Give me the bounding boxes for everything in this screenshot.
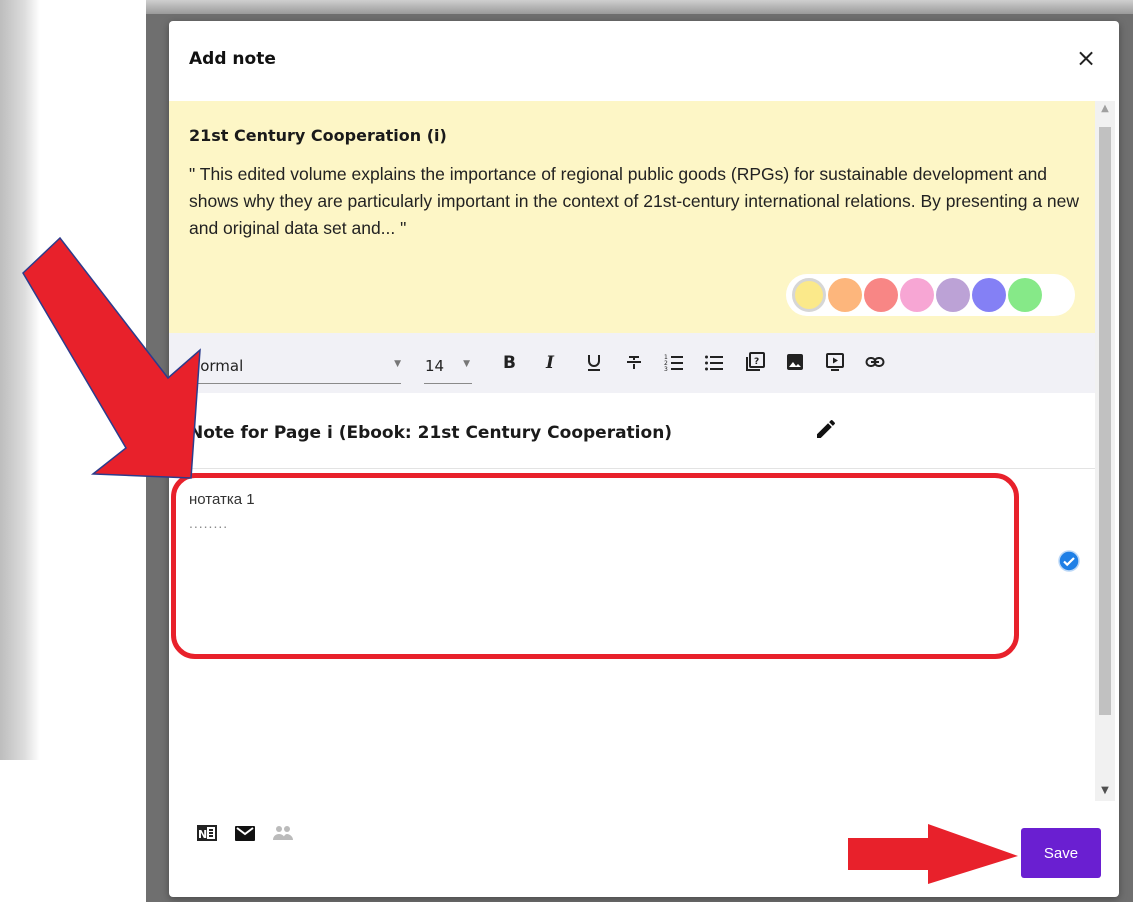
onenote-icon[interactable]: N: [196, 822, 218, 844]
bullet-list-button[interactable]: [700, 348, 728, 376]
underline-icon: [588, 355, 600, 371]
highlight-quote-box: 21st Century Cooperation (i) " This edit…: [169, 101, 1097, 333]
save-button[interactable]: Save: [1021, 828, 1101, 878]
svg-text:?: ?: [754, 357, 759, 367]
quote-title: 21st Century Cooperation (i): [189, 126, 447, 145]
swatch-yellow[interactable]: [792, 278, 826, 312]
insert-field-button[interactable]: ?: [741, 348, 769, 376]
note-text-line: нотатка 1: [189, 491, 255, 508]
dialog-scroll-area: 21st Century Cooperation (i) " This edit…: [169, 101, 1119, 801]
swatch-pink[interactable]: [900, 278, 934, 312]
bold-button[interactable]: B: [495, 348, 523, 376]
editor-toolbar: Normal ▼ 14 ▼ B I 123 ?: [169, 333, 1097, 393]
note-text-line: ........: [189, 515, 229, 531]
svg-text:I: I: [545, 353, 555, 372]
note-header: Note for Page i (Ebook: 21st Century Coo…: [169, 393, 1097, 469]
format-select[interactable]: Normal ▼: [189, 351, 401, 384]
scroll-up-arrow-icon[interactable]: ▲: [1095, 103, 1115, 119]
strikethrough-icon: [627, 356, 641, 369]
link-icon: [865, 357, 885, 367]
background-frame-top: [146, 0, 1133, 14]
font-size-select[interactable]: 14 ▼: [424, 351, 472, 384]
svg-text:3: 3: [664, 366, 668, 372]
swatch-purple[interactable]: [936, 278, 970, 312]
scrollbar[interactable]: ▲ ▼: [1095, 101, 1115, 801]
italic-icon: I: [545, 353, 555, 372]
video-icon: [826, 353, 844, 371]
email-icon[interactable]: [234, 822, 256, 844]
link-button[interactable]: [861, 348, 889, 376]
note-title: Note for Page i (Ebook: 21st Century Coo…: [189, 423, 673, 443]
ordered-list-icon: 123: [664, 354, 683, 372]
color-picker: [786, 274, 1075, 316]
swatch-blue[interactable]: [972, 278, 1006, 312]
quote-text: " This edited volume explains the import…: [189, 164, 1080, 238]
pencil-icon[interactable]: [814, 417, 838, 441]
ordered-list-button[interactable]: 123: [660, 348, 688, 376]
swatch-green[interactable]: [1008, 278, 1042, 312]
share-users-icon[interactable]: [272, 822, 294, 844]
scrollbar-thumb[interactable]: [1099, 127, 1111, 715]
bullet-list-icon: [705, 355, 723, 371]
svg-text:N: N: [198, 828, 207, 841]
svg-text:B: B: [503, 353, 516, 372]
strikethrough-button[interactable]: [620, 348, 648, 376]
swatch-orange[interactable]: [828, 278, 862, 312]
image-icon: [787, 354, 803, 370]
check-circle-icon[interactable]: [1057, 549, 1081, 573]
close-icon: ×: [1075, 44, 1097, 72]
underline-button[interactable]: [580, 348, 608, 376]
scroll-down-arrow-icon[interactable]: ▼: [1095, 785, 1115, 801]
insert-field-icon: ?: [746, 352, 765, 371]
image-button[interactable]: [781, 348, 809, 376]
chevron-down-icon: ▼: [463, 359, 470, 369]
font-size-value: 14: [425, 357, 445, 375]
format-value: Normal: [189, 357, 244, 375]
dialog-title: Add note: [189, 49, 276, 69]
chevron-down-icon: ▼: [394, 359, 401, 369]
bold-icon: B: [503, 353, 516, 372]
italic-button[interactable]: I: [537, 348, 565, 376]
add-note-dialog: Add note × 21st Century Cooperation (i) …: [169, 21, 1119, 897]
background-left-edge: [0, 0, 40, 760]
swatch-red[interactable]: [864, 278, 898, 312]
video-button[interactable]: [821, 348, 849, 376]
note-editor[interactable]: нотатка 1 ........: [169, 469, 1097, 769]
close-button[interactable]: ×: [1075, 46, 1097, 70]
